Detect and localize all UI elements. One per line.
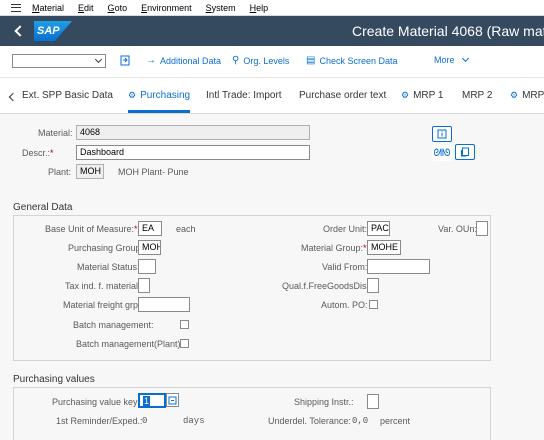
menu-edit[interactable]: Edit <box>78 3 94 13</box>
info-icon <box>437 129 447 139</box>
base-uom-text: each <box>176 224 196 234</box>
menu-system[interactable]: System <box>206 3 236 13</box>
more-button[interactable]: More <box>434 54 469 65</box>
save-as-variant-button[interactable] <box>120 55 131 66</box>
chevron-down-icon <box>94 55 103 64</box>
tab-mrp-1[interactable]: ⚙ MRP 1 <box>401 90 443 101</box>
purchasing-value-key-field[interactable]: 1 <box>138 393 166 408</box>
org-levels-button[interactable]: ⚲ Org. Levels <box>232 55 289 66</box>
freight-group-field[interactable] <box>138 297 190 312</box>
chevron-down-icon <box>461 54 469 63</box>
menu-goto[interactable]: Goto <box>108 3 128 13</box>
autom-po-checkbox[interactable] <box>369 300 378 309</box>
purchasing-value-key-label: Purchasing value key: <box>52 397 141 407</box>
shell-header: SAP Create Material 4068 (Raw materi <box>0 16 544 46</box>
menu-bar: Material Edit Goto Environment System He… <box>0 0 544 16</box>
command-field-select[interactable] <box>12 54 106 68</box>
qual-free-goods-label: Qual.f.FreeGoodsDis.: <box>282 281 372 291</box>
menu-environment[interactable]: Environment <box>141 3 192 13</box>
plant-label: Plant: <box>48 167 72 177</box>
underdelivery-tolerance-unit: percent <box>380 416 411 426</box>
sap-logo: SAP <box>34 21 72 41</box>
org-structure-icon: ⚲ <box>232 55 240 66</box>
application-toolbar: → Additional Data ⚲ Org. Levels ▤ Check Scr… <box>0 46 544 78</box>
underdelivery-tolerance-label: Underdel. Tolerance: <box>268 416 351 426</box>
purchasing-values-group <box>13 387 491 440</box>
back-button[interactable] <box>10 16 26 46</box>
valid-from-label: Valid From: <box>322 262 368 272</box>
order-unit-field[interactable]: PAC <box>367 221 390 236</box>
copy-icon <box>461 147 469 157</box>
tab-mrp-3[interactable]: ⚙ MRP <box>510 90 544 101</box>
purchasing-group-label: Purchasing Group: <box>68 243 144 253</box>
status-icon: ⚙ <box>401 90 410 100</box>
plant-field: MOH <box>76 164 104 179</box>
copy-button[interactable] <box>455 144 475 160</box>
tab-mrp-2[interactable]: MRP 2 <box>462 90 492 101</box>
material-field: 4068 <box>76 125 310 140</box>
material-label: Material: <box>38 128 73 138</box>
var-oun-field[interactable] <box>476 221 488 236</box>
tab-purchase-order-text[interactable]: Purchase order text <box>299 90 386 101</box>
menu-help[interactable]: Help <box>250 3 269 13</box>
value-help-button[interactable] <box>166 393 179 407</box>
tax-ind-label: Tax ind. f. material: <box>65 281 141 291</box>
freight-group-label: Material freight grp: <box>63 300 141 310</box>
batch-management-checkbox[interactable] <box>180 320 189 329</box>
chevron-left-icon <box>14 25 26 37</box>
shipping-instr-field[interactable] <box>367 394 379 409</box>
status-icon: ⚙ <box>128 90 137 100</box>
autom-po-label: Autom. PO: <box>321 300 368 310</box>
document-arrow-icon <box>120 55 130 66</box>
material-group-field[interactable]: MOHE <box>367 240 401 255</box>
value-help-icon <box>168 396 177 404</box>
status-icon: ⚙ <box>510 90 519 100</box>
material-group-label: Material Group:* <box>301 243 367 253</box>
tab-strip: Ext. SPP Basic Data ⚙ Purchasing Intl Tra… <box>0 78 544 114</box>
order-unit-label: Order Unit: <box>323 224 368 234</box>
shipping-instr-label: Shipping Instr.: <box>294 397 354 407</box>
base-uom-field[interactable]: EA <box>138 221 162 236</box>
plant-description: MOH Plant- Pune <box>118 167 189 177</box>
check-screen-data-button[interactable]: ▤ Check Screen Data <box>306 55 398 66</box>
page-title: Create Material 4068 (Raw materi <box>352 23 544 39</box>
reminder-label: 1st Reminder/Exped.: <box>56 416 143 426</box>
scroll-tabs-left-icon[interactable] <box>8 92 18 102</box>
info-button[interactable] <box>432 126 452 142</box>
tab-ext-spp-basic-data[interactable]: Ext. SPP Basic Data <box>22 90 113 101</box>
tab-intl-trade-import[interactable]: Intl Trade: Import <box>206 90 282 101</box>
tax-ind-field[interactable] <box>138 278 150 293</box>
base-uom-label: Base Unit of Measure:* <box>45 224 138 234</box>
description-field[interactable]: Dashboard <box>76 145 310 160</box>
underdelivery-tolerance-value: 0,0 <box>352 416 369 426</box>
reminder-value: 0 <box>142 416 148 426</box>
arrow-right-icon: → <box>146 55 156 66</box>
purchasing-group-field[interactable]: MOH <box>138 240 161 255</box>
general-data-title: General Data <box>13 202 73 213</box>
tab-purchasing[interactable]: ⚙ Purchasing <box>128 90 191 113</box>
qual-free-goods-field[interactable] <box>367 278 379 293</box>
batch-management-plant-label: Batch management(Plant): <box>76 339 184 349</box>
var-oun-label: Var. OUn: <box>438 224 477 234</box>
hamburger-menu-icon[interactable] <box>8 0 24 16</box>
batch-management-label: Batch management: <box>73 320 154 330</box>
material-status-label: Material Status: <box>77 262 140 272</box>
glasses-icon: ᘛᘚ <box>433 147 451 159</box>
reminder-unit: days <box>183 416 205 426</box>
display-button[interactable]: ᘛᘚ <box>432 145 452 161</box>
material-status-field[interactable] <box>138 259 156 274</box>
descr-label: Descr.:* <box>22 148 54 158</box>
additional-data-button[interactable]: → Additional Data <box>146 55 221 66</box>
purchasing-values-title: Purchasing values <box>13 374 95 385</box>
batch-management-plant-checkbox[interactable] <box>180 339 189 348</box>
document-check-icon: ▤ <box>306 55 316 66</box>
menu-material[interactable]: Material <box>32 3 64 13</box>
valid-from-field[interactable] <box>367 259 430 274</box>
